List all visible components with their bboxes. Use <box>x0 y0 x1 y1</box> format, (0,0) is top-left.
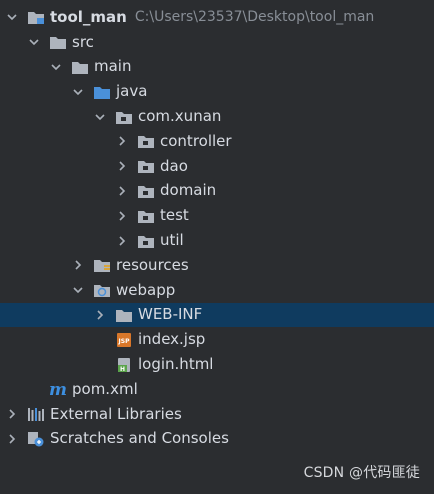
chevron-right-icon[interactable] <box>4 406 20 422</box>
tree-item-label: tool_man <box>50 7 127 26</box>
maven-file-icon: m <box>48 380 68 398</box>
chevron-right-icon[interactable] <box>92 307 108 323</box>
tree-item-webapp[interactable]: webapp <box>0 278 434 303</box>
tree-item-label: External Libraries <box>50 404 182 423</box>
tree-item-scratches-and-consoles[interactable]: Scratches and Consoles <box>0 427 434 452</box>
folder-icon <box>114 306 134 324</box>
folder-icon <box>48 33 68 51</box>
tree-item-label: WEB-INF <box>138 305 203 324</box>
tree-item-controller[interactable]: controller <box>0 129 434 154</box>
package-icon <box>114 108 134 126</box>
tree-item-external-libraries[interactable]: External Libraries <box>0 402 434 427</box>
tree-item-com-xunan[interactable]: com.xunan <box>0 104 434 129</box>
package-icon <box>136 132 156 150</box>
svg-text:m: m <box>49 381 67 397</box>
tree-item-index-jsp[interactable]: JSP index.jsp <box>0 327 434 352</box>
module-folder-icon <box>26 8 46 26</box>
source-folder-icon <box>92 83 112 101</box>
tree-item-label: resources <box>116 255 189 274</box>
tree-item-label: domain <box>160 181 217 200</box>
tree-item-main[interactable]: main <box>0 55 434 80</box>
tree-item-label: dao <box>160 156 188 175</box>
tree-item-label: webapp <box>116 280 176 299</box>
tree-item-domain[interactable]: domain <box>0 179 434 204</box>
tree-item-java[interactable]: java <box>0 79 434 104</box>
tree-item-label: util <box>160 231 184 250</box>
package-icon <box>136 182 156 200</box>
html-file-icon: H <box>114 356 134 374</box>
libraries-icon <box>26 405 46 423</box>
chevron-right-icon[interactable] <box>114 233 130 249</box>
svg-text:H: H <box>120 366 125 373</box>
chevron-right-icon[interactable] <box>114 183 130 199</box>
tree-item-label: pom.xml <box>72 379 138 398</box>
tree-item-label: java <box>116 82 148 101</box>
chevron-right-icon[interactable] <box>4 431 20 447</box>
tree-item-tool-man[interactable]: tool_man C:\Users\23537\Desktop\tool_man <box>0 5 434 30</box>
tree-item-label: src <box>72 32 94 51</box>
tree-item-label: login.html <box>138 355 214 374</box>
tree-item-test[interactable]: test <box>0 203 434 228</box>
watermark: CSDN @代码匪徒 <box>303 465 420 481</box>
chevron-right-icon[interactable] <box>114 208 130 224</box>
chevron-down-icon[interactable] <box>92 109 108 125</box>
tree-item-pom-xml[interactable]: m pom.xml <box>0 377 434 402</box>
tree-item-label: index.jsp <box>138 330 206 349</box>
package-icon <box>136 207 156 225</box>
tree-item-label: main <box>94 57 132 76</box>
chevron-down-icon[interactable] <box>70 84 86 100</box>
resources-folder-icon <box>92 256 112 274</box>
chevron-down-icon[interactable] <box>26 34 42 50</box>
chevron-down-icon[interactable] <box>48 59 64 75</box>
jsp-file-icon: JSP <box>114 331 134 349</box>
tree-item-label: test <box>160 206 189 225</box>
tree-item-login-html[interactable]: H login.html <box>0 352 434 377</box>
tree-item-util[interactable]: util <box>0 228 434 253</box>
tree-item-src[interactable]: src <box>0 30 434 55</box>
tree-item-resources[interactable]: resources <box>0 253 434 278</box>
folder-icon <box>70 58 90 76</box>
tree-item-web-inf[interactable]: WEB-INF <box>0 302 434 328</box>
tree-item-label: com.xunan <box>138 107 222 126</box>
tree-item-dao[interactable]: dao <box>0 154 434 179</box>
chevron-right-icon[interactable] <box>114 133 130 149</box>
web-folder-icon <box>92 281 112 299</box>
module-path: C:\Users\23537\Desktop\tool_man <box>134 9 375 26</box>
project-tree: tool_man C:\Users\23537\Desktop\tool_man… <box>0 5 434 451</box>
package-icon <box>136 232 156 250</box>
chevron-right-icon[interactable] <box>70 257 86 273</box>
svg-text:JSP: JSP <box>118 338 131 345</box>
package-icon <box>136 157 156 175</box>
tree-item-label: Scratches and Consoles <box>50 429 229 448</box>
scratches-icon <box>26 430 46 448</box>
chevron-down-icon[interactable] <box>70 282 86 298</box>
chevron-right-icon[interactable] <box>114 158 130 174</box>
chevron-down-icon[interactable] <box>4 9 20 25</box>
tree-item-label: controller <box>160 131 232 150</box>
